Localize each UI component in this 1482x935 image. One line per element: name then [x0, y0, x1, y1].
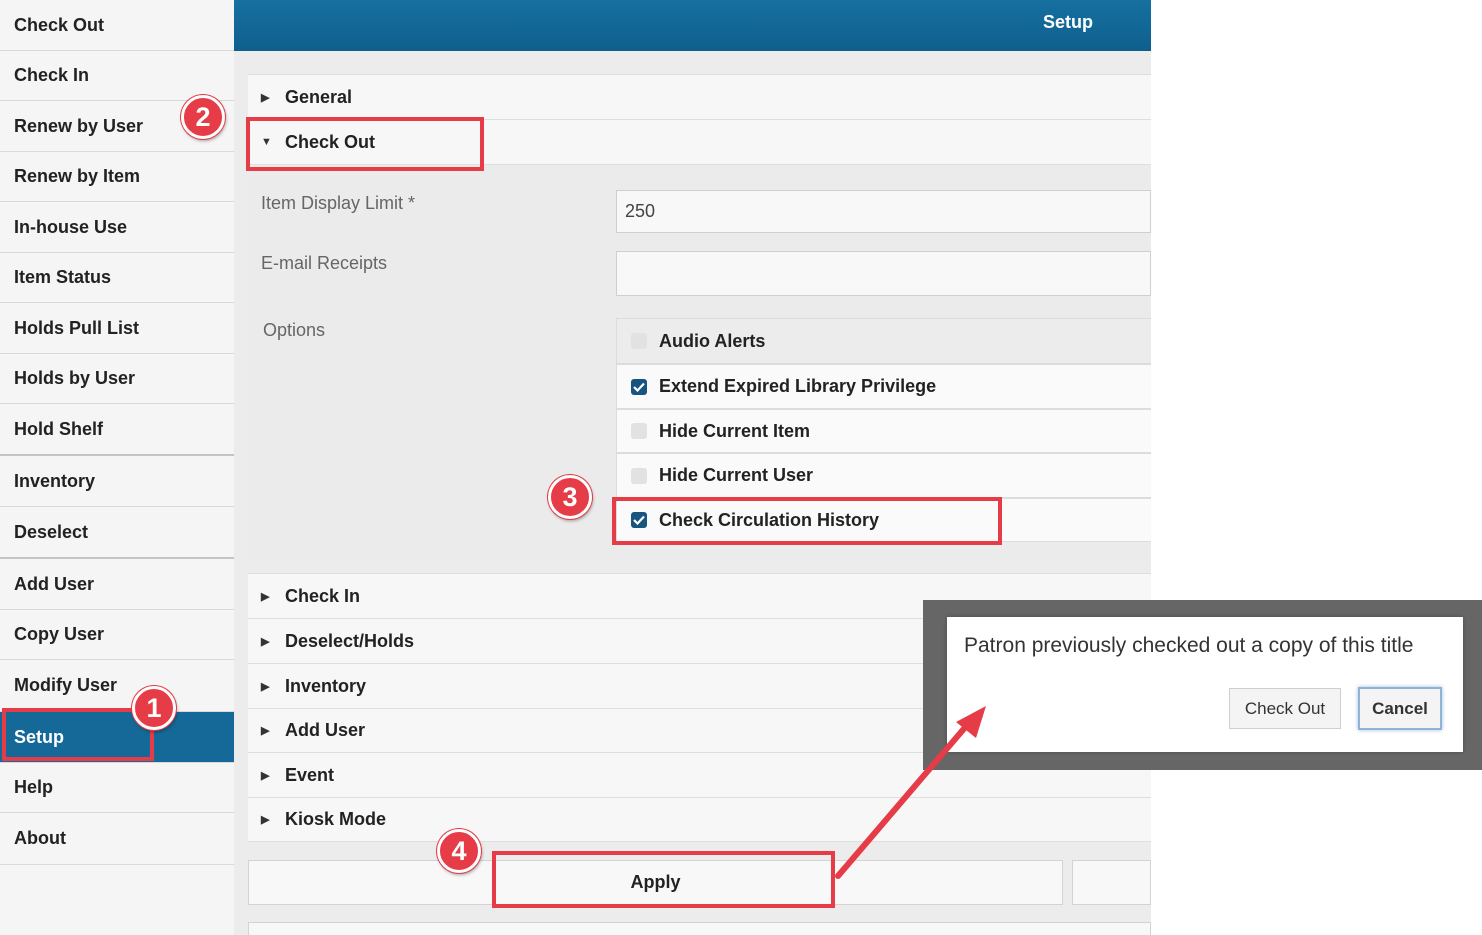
checkbox-checked[interactable]: [631, 512, 647, 528]
options-label: Options: [263, 320, 326, 340]
option-label: Hide Current Item: [659, 420, 811, 441]
expand-arrow-icon: ▶: [261, 725, 270, 737]
sidebar-item-holds-by-user[interactable]: Holds by User: [0, 354, 234, 404]
section-label: General: [285, 86, 353, 107]
checkbox-unchecked[interactable]: [631, 423, 647, 439]
email-receipts-input[interactable]: [616, 251, 1151, 296]
header-bar: Setup: [234, 0, 1151, 51]
sidebar-item-hold-shelf[interactable]: Hold Shelf: [0, 404, 234, 456]
sidebar-item-modify-user[interactable]: Modify User: [0, 660, 234, 712]
step-badge-4: 4: [437, 829, 481, 873]
page-title: Setup: [1042, 12, 1093, 32]
expand-arrow-icon: ▶: [261, 590, 270, 603]
section-kiosk-mode[interactable]: ▶ Kiosk Mode: [248, 797, 1151, 842]
option-extend-expired-library-privilege[interactable]: Extend Expired Library Privilege: [616, 364, 1151, 409]
checkbox-unchecked[interactable]: [631, 467, 647, 484]
section-label: Add User: [285, 720, 366, 740]
option-label: Extend Expired Library Privilege: [659, 376, 937, 396]
checkmark-icon: [633, 382, 645, 392]
option-label: Check Circulation History: [659, 509, 880, 530]
expand-arrow-icon: ▶: [261, 680, 270, 693]
item-display-limit-input[interactable]: 250: [616, 190, 1151, 233]
main-content: Setup ▶ General ▼ Check Out Item Display…: [234, 0, 1151, 935]
expand-arrow-icon: ▶: [261, 814, 270, 826]
sidebar-item-item-status[interactable]: Item Status: [0, 253, 234, 303]
section-label: Check Out: [285, 131, 376, 152]
apply-button[interactable]: Apply: [248, 860, 1063, 905]
option-audio-alerts[interactable]: Audio Alerts: [616, 318, 1151, 364]
sidebar-item-setup[interactable]: Setup: [0, 712, 234, 763]
section-label: Inventory: [285, 675, 367, 696]
expand-arrow-icon: ▶: [261, 91, 270, 104]
sidebar-item-about[interactable]: About: [0, 813, 234, 865]
section-label: Deselect/Holds: [285, 630, 415, 651]
footer-bar: [248, 922, 1151, 935]
sidebar-item-check-out[interactable]: Check Out: [0, 0, 234, 51]
sidebar-item-copy-user[interactable]: Copy User: [0, 610, 234, 660]
collapse-arrow-icon: ▼: [261, 136, 272, 148]
expand-arrow-icon: ▶: [261, 635, 270, 648]
sidebar-item-check-in[interactable]: Check In: [0, 51, 234, 101]
sidebar-nav: Check Out Check In Renew by User Renew b…: [0, 0, 234, 935]
secondary-button[interactable]: [1072, 860, 1151, 905]
checkbox-unchecked[interactable]: [631, 333, 647, 349]
step-badge-2: 2: [181, 95, 225, 139]
section-check-out[interactable]: ▼ Check Out: [248, 119, 1151, 164]
option-label: Hide Current User: [659, 465, 814, 485]
dialog-check-out-button[interactable]: Check Out: [1229, 688, 1341, 729]
section-label: Kiosk Mode: [285, 809, 387, 829]
checkmark-icon: [633, 515, 645, 525]
option-label: Audio Alerts: [659, 330, 766, 351]
dialog-message: Patron previously checked out a copy of …: [964, 634, 1414, 657]
sidebar-item-holds-pull-list[interactable]: Holds Pull List: [0, 303, 234, 354]
option-hide-current-item[interactable]: Hide Current Item: [616, 409, 1151, 453]
checkbox-checked[interactable]: [631, 378, 647, 395]
item-display-limit-label: Item Display Limit *: [261, 193, 416, 213]
section-label: Check In: [285, 585, 361, 606]
option-hide-current-user[interactable]: Hide Current User: [616, 453, 1151, 498]
step-badge-3: 3: [548, 475, 592, 519]
sidebar-item-renew-by-item[interactable]: Renew by Item: [0, 152, 234, 202]
sidebar-item-inventory[interactable]: Inventory: [0, 456, 234, 507]
option-check-circulation-history[interactable]: Check Circulation History: [616, 498, 1151, 542]
sidebar-item-in-house-use[interactable]: In-house Use: [0, 202, 234, 253]
sidebar-item-deselect[interactable]: Deselect: [0, 507, 234, 559]
email-receipts-label: E-mail Receipts: [261, 253, 388, 273]
step-badge-1: 1: [132, 686, 176, 730]
expand-arrow-icon: ▶: [261, 769, 270, 782]
circulation-history-dialog: Patron previously checked out a copy of …: [947, 617, 1463, 752]
dialog-cancel-button[interactable]: Cancel: [1358, 687, 1442, 730]
sidebar-item-add-user[interactable]: Add User: [0, 559, 234, 610]
sidebar-item-help[interactable]: Help: [0, 763, 234, 813]
section-general[interactable]: ▶ General: [248, 74, 1151, 119]
section-label: Event: [285, 764, 335, 785]
